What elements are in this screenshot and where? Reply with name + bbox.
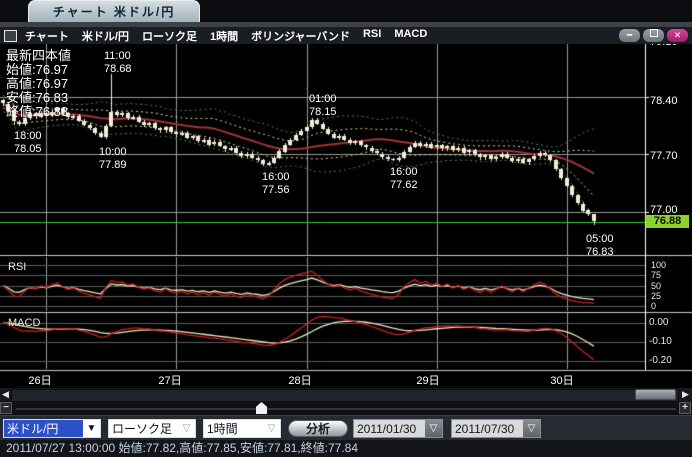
price-annotation: 16:0077.62 [390,166,418,192]
rsi-axis-label: 25 [651,291,661,301]
date-axis-label: 26日 [28,372,51,388]
tab-usdjpy-chart[interactable]: チャート 米ドル/円 [28,0,200,22]
title-menu-item: ボリンジャーバンド [251,28,350,44]
annotation-price: 78.15 [309,106,337,119]
price-annotation: 18:0078.05 [14,130,42,156]
title-menu-item: MACD [394,28,427,44]
zoom-slider-track[interactable] [16,408,676,410]
minimize-button[interactable]: ━ [619,29,640,42]
chevron-down-icon: ▽ [263,423,280,434]
date-from-value: 2011/01/30 [354,422,425,436]
scroll-right-arrow[interactable]: ▶ [680,388,691,401]
date-axis-label: 30日 [550,372,573,388]
price-annotation: 01:0078.15 [309,93,337,119]
macd-axis-label: -0.20 [649,355,672,366]
zoom-slider-thumb[interactable] [256,402,267,414]
quote-row: 安値:76.83 [6,91,71,105]
price-annotation: 11:0078.68 [104,50,132,76]
currency-select[interactable]: 米ドル/円 ▼ [3,419,101,438]
rsi-axis-label: 100 [651,260,666,270]
title-menu-item: 1時間 [210,28,238,44]
annotation-time: 11:00 [104,50,132,63]
rsi-axis-label: 75 [651,270,661,280]
zoom-out-button[interactable]: − [0,402,12,414]
window-icon [4,30,17,42]
date-axis-label: 28日 [288,372,311,388]
macd-axis-label: -0.10 [649,336,672,347]
annotation-price: 78.68 [104,63,132,76]
chevron-down-icon: ▽ [178,423,195,434]
latest-ohlc-panel: 最新四本値始値:76.97高値:76.97安値:76.83終値:76.88 [6,49,71,119]
controls-bar: 米ドル/円 ▼ ローソク足 ▽ 1時間 ▽ 分析 2011/01/30 ▽ 20… [0,415,692,440]
quote-row: 高値:76.97 [6,77,71,91]
price-annotation: 05:0076.83 [586,233,614,259]
chevron-down-icon: ▽ [523,420,540,437]
tab-bar: チャート 米ドル/円 [0,0,692,22]
price-annotation: 16:0077.56 [262,171,290,197]
chart-window: 最新四本値始値:76.97高値:76.97安値:76.83終値:76.88 18… [0,0,692,457]
price-axis-label: 77.70 [650,150,678,162]
zoom-slider-row: − + [0,401,692,415]
scroll-left-arrow[interactable]: ◀ [0,388,11,401]
price-axis-label: 78.40 [650,95,678,107]
macd-axis-label: 0.00 [649,317,668,328]
title-menu: チャート米ドル/円ローソク足 1時間ボリンジャーバンド RSI MACD [25,28,427,44]
annotation-time: 18:00 [14,130,42,143]
zoom-in-button[interactable]: + [679,402,691,414]
maximize-icon [650,29,658,37]
date-axis-label: 29日 [416,372,439,388]
macd-label: MACD [8,317,40,329]
maximize-button[interactable] [643,29,664,42]
window-title-bar: チャート米ドル/円ローソク足 1時間ボリンジャーバンド RSI MACD ━ ✕ [0,27,692,44]
annotation-time: 16:00 [262,171,290,184]
chart-type-select[interactable]: ローソク足 ▽ [108,419,196,438]
analyze-button[interactable]: 分析 [288,420,348,437]
rsi-axis-label: 0 [651,301,656,311]
chevron-down-icon: ▼ [83,423,100,434]
current-price-badge: 76.88 [646,215,689,228]
quote-row: 終値:76.88 [6,105,71,119]
annotation-time: 16:00 [390,166,418,179]
annotation-price: 76.83 [586,246,614,259]
date-from-select[interactable]: 2011/01/30 ▽ [353,419,443,438]
title-menu-item: 米ドル/円 [82,28,129,44]
status-bar: 2011/07/27 13:00:00 始値:77.82,高値:77.85,安値… [0,440,692,457]
annotation-time: 05:00 [586,233,614,246]
annotation-time: 10:00 [99,146,127,159]
horizontal-scrollbar: ◀ ▶ [0,388,692,401]
title-menu-item: RSI [363,28,381,44]
annotation-time: 01:00 [309,93,337,106]
title-menu-item: チャート [25,28,69,44]
price-annotation: 10:0077.89 [99,146,127,172]
interval-value: 1時間 [204,420,263,437]
title-menu-item: ローソク足 [142,28,197,44]
currency-select-value: 米ドル/円 [4,420,83,437]
scrollbar-thumb[interactable] [635,389,676,400]
chart-type-value: ローソク足 [109,420,178,437]
close-button[interactable]: ✕ [667,29,688,42]
annotation-price: 77.89 [99,159,127,172]
annotation-price: 78.05 [14,143,42,156]
rsi-axis-label: 50 [651,281,661,291]
quote-row: 始値:76.97 [6,63,71,77]
chevron-down-icon: ▽ [425,420,442,437]
interval-select[interactable]: 1時間 ▽ [203,419,281,438]
date-to-select[interactable]: 2011/07/30 ▽ [451,419,541,438]
date-to-value: 2011/07/30 [452,422,523,436]
rsi-label: RSI [8,261,26,273]
date-axis-label: 27日 [158,372,181,388]
annotation-price: 77.56 [262,184,290,197]
annotation-price: 77.62 [390,179,418,192]
quote-title: 最新四本値 [6,49,71,63]
